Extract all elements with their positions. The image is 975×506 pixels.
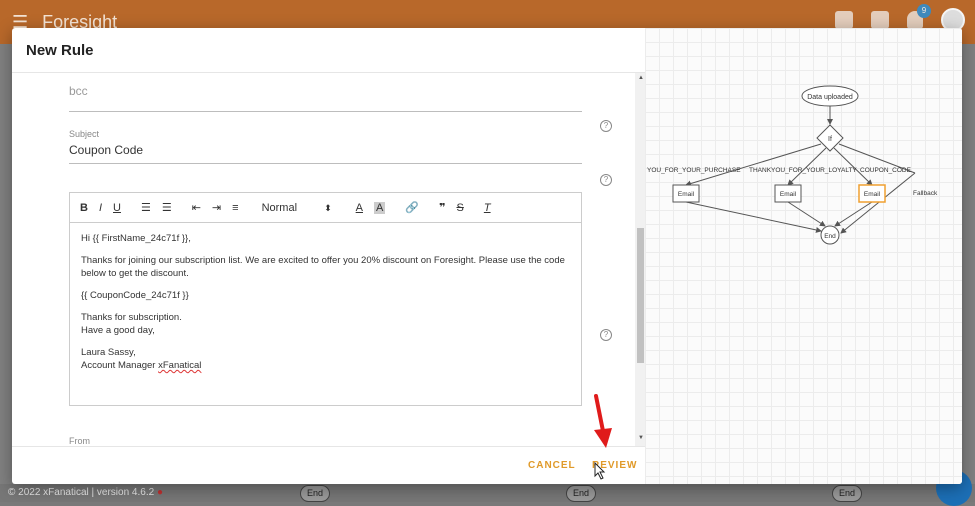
rule-form: bcc ? Subject Coupon Code ? B I U ☰ ☰ ⇤ … <box>12 73 635 446</box>
editor-toolbar: B I U ☰ ☰ ⇤ ⇥ ≡ Normal ⬍ A A 🔗 ❞ S T <box>70 193 581 223</box>
notifications-icon[interactable]: 9 <box>907 4 931 29</box>
email-node-label: Email <box>678 191 695 198</box>
underline-button[interactable]: U <box>113 202 121 214</box>
clear-format-icon[interactable]: T <box>484 202 491 214</box>
cancel-button[interactable]: CANCEL <box>528 460 576 471</box>
branch-label: THANKYOU_FOR_YOUR_LOYALTY <box>749 167 857 174</box>
quote-icon[interactable]: ❞ <box>439 201 445 214</box>
coupon-placeholder: {{ CouponCode_24c71f }} <box>81 290 189 301</box>
alert-icon[interactable] <box>871 11 889 29</box>
email-node-label: Email <box>780 191 797 198</box>
divider <box>12 446 645 447</box>
body-paragraph: Thanks for joining our subscription list… <box>81 255 565 279</box>
dialog-title: New Rule <box>26 42 94 59</box>
flow-start-label: Data uploaded <box>807 94 853 101</box>
annotation-arrow-icon <box>594 394 612 448</box>
bullet-list-icon[interactable]: ☰ <box>162 201 172 214</box>
cursor-icon <box>594 462 606 480</box>
link-icon[interactable]: 🔗 <box>405 201 419 214</box>
bcc-help-icon[interactable]: ? <box>600 120 612 132</box>
indent-icon[interactable]: ⇥ <box>212 201 221 214</box>
notification-badge: 9 <box>917 4 931 18</box>
status-dot: ● <box>156 487 163 498</box>
flow-decision-label: If <box>828 136 832 143</box>
greeting-line: Hi {{ FirstName_24c71f }}, <box>81 233 191 244</box>
footer-text: © 2022 xFanatical | version 4.6.2 <box>8 487 155 498</box>
subject-input[interactable]: Coupon Code <box>69 143 582 157</box>
scroll-up-icon[interactable]: ▲ <box>638 75 644 81</box>
italic-button[interactable]: I <box>99 202 102 214</box>
signature-brand: xFanatical <box>158 360 202 371</box>
bcc-input[interactable]: bcc <box>69 84 582 98</box>
format-select[interactable]: Normal ⬍ <box>262 202 332 214</box>
chat-icon[interactable] <box>835 11 853 29</box>
from-field[interactable]: From <box>69 436 582 446</box>
editor-content[interactable]: Hi {{ FirstName_24c71f }}, Thanks for jo… <box>70 223 581 390</box>
flow-diagram-panel: Data uploaded If YOU_FOR_YOUR_PURCHASE T… <box>645 28 962 484</box>
closing-block: Thanks for subscription. Have a good day… <box>81 311 570 337</box>
new-rule-dialog: New Rule bcc ? Subject Coupon Code ? B I… <box>12 28 962 484</box>
signature-block: Laura Sassy, Account Manager xFanatical <box>81 346 570 372</box>
scroll-down-icon[interactable]: ▼ <box>638 435 644 441</box>
form-scrollbar[interactable]: ▲ ▼ <box>635 73 645 446</box>
flow-diagram: Data uploaded If YOU_FOR_YOUR_PURCHASE T… <box>647 85 938 245</box>
signature-title: Account Manager <box>81 360 159 371</box>
email-body-editor[interactable]: B I U ☰ ☰ ⇤ ⇥ ≡ Normal ⬍ A A 🔗 ❞ S T Hi … <box>69 192 582 406</box>
good-day-line: Have a good day, <box>81 325 155 336</box>
subject-field[interactable]: Subject Coupon Code <box>69 129 582 164</box>
subject-label: Subject <box>69 129 100 139</box>
font-color-icon[interactable]: A <box>356 202 363 214</box>
branch-label: Fallback <box>913 190 938 197</box>
background-end-node: End <box>566 485 596 502</box>
background-end-node: End <box>300 485 330 502</box>
align-icon[interactable]: ≡ <box>232 202 238 214</box>
bcc-field[interactable]: bcc <box>69 84 582 112</box>
outdent-icon[interactable]: ⇤ <box>192 201 201 214</box>
branch-label: COUPON_CODE <box>860 167 912 174</box>
background-end-node: End <box>832 485 862 502</box>
thanks-line: Thanks for subscription. <box>81 312 182 323</box>
branch-label: YOU_FOR_YOUR_PURCHASE <box>647 167 741 174</box>
body-help-icon[interactable]: ? <box>600 329 612 341</box>
ordered-list-icon[interactable]: ☰ <box>141 201 151 214</box>
format-select-value: Normal <box>261 201 298 214</box>
app-footer: © 2022 xFanatical | version 4.6.2 ● <box>0 484 975 502</box>
highlight-icon[interactable]: A <box>373 201 386 214</box>
chevron-updown-icon: ⬍ <box>324 202 332 213</box>
signature-name: Laura Sassy, <box>81 347 136 358</box>
strikethrough-icon[interactable]: S <box>457 202 464 214</box>
scroll-thumb[interactable] <box>637 228 644 363</box>
email-node-label: Email <box>864 191 881 198</box>
from-label: From <box>69 436 90 446</box>
flow-end-label: End <box>824 233 836 240</box>
bold-button[interactable]: B <box>80 202 88 214</box>
subject-help-icon[interactable]: ? <box>600 174 612 186</box>
